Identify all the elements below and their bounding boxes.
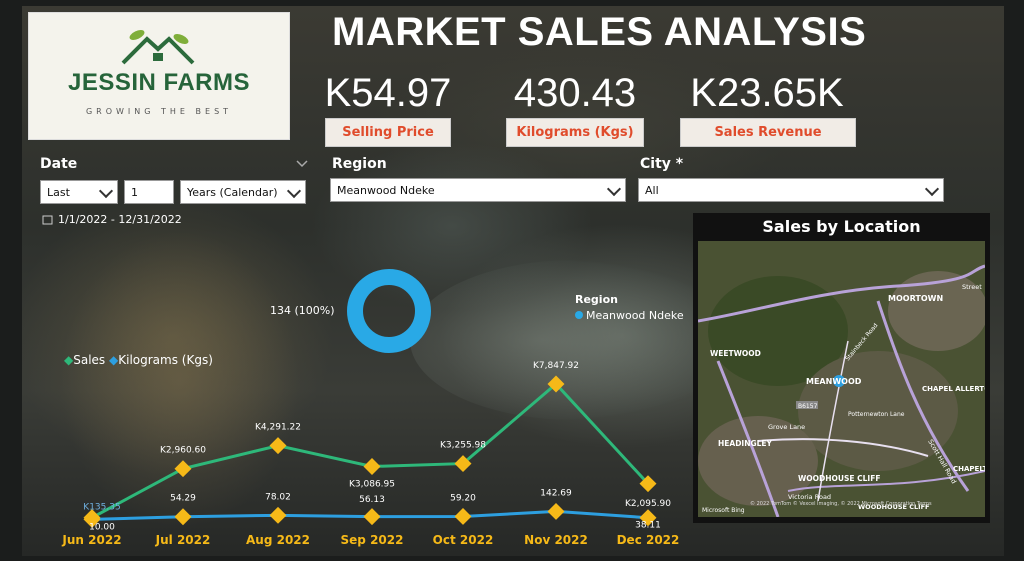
x-axis-tick-label: Nov 2022: [524, 533, 588, 547]
sales-point[interactable]: [174, 460, 192, 478]
sales-line-chart[interactable]: K135.35 K2,960.60 K4,291.22 K3,086.95 K3,255…: [0, 0, 700, 561]
map-panel: Sales by Location MOORTOWN WEETWOOD MEAN…: [693, 213, 990, 523]
sales-data-label: K3,086.95: [349, 480, 395, 490]
sales-data-label: K2,960.60: [160, 446, 206, 456]
kilograms-point[interactable]: [174, 508, 192, 526]
sales-point[interactable]: [363, 458, 381, 475]
map-attribution: © 2022 TomTom © Vexcel Imaging, © 2022 M…: [750, 500, 932, 507]
x-axis-tick-label: Jun 2022: [61, 533, 121, 547]
x-axis-tick-label: Aug 2022: [246, 533, 310, 547]
x-axis-tick-label: Oct 2022: [433, 533, 494, 547]
kpi-label: Sales Revenue: [680, 118, 856, 147]
kilograms-data-label: 56.13: [359, 495, 385, 505]
kilograms-data-label: 54.29: [170, 494, 196, 504]
map-place: HEADINGLEY: [718, 439, 773, 448]
kilograms-point[interactable]: [547, 502, 565, 520]
sales-point[interactable]: [269, 437, 287, 455]
map-road: Victoria Road: [788, 493, 831, 501]
map-road: Grove Lane: [768, 423, 805, 431]
kpi-sales-revenue: K23.65K Sales Revenue: [680, 71, 856, 147]
kilograms-point[interactable]: [269, 506, 287, 524]
kilograms-data-label: 38.11: [635, 521, 661, 531]
map-road: Potternewton Lane: [848, 411, 905, 418]
map-brand: Microsoft Bing: [702, 507, 745, 514]
x-axis-tick-label: Dec 2022: [617, 533, 680, 547]
map-place: WEETWOOD: [710, 349, 761, 358]
kilograms-data-label: 10.00: [89, 522, 115, 532]
sales-location-map[interactable]: MOORTOWN WEETWOOD MEANWOOD CHAPEL ALLERT…: [698, 241, 985, 517]
kpi-value: K23.65K: [690, 71, 844, 115]
map-road: Street: [962, 283, 982, 291]
chevron-down-icon: [924, 181, 940, 197]
map-place: CHAPELT: [953, 465, 985, 473]
sales-data-label: K3,255.98: [440, 441, 486, 451]
kilograms-data-label: 78.02: [265, 492, 291, 502]
sales-data-label: K135.35: [83, 503, 120, 513]
map-road-badge: B6157: [798, 403, 818, 410]
x-axis-tick-label: Jul 2022: [155, 533, 211, 547]
kilograms-data-label: 142.69: [540, 488, 572, 498]
kilograms-point[interactable]: [363, 508, 381, 526]
sales-data-label: K4,291.22: [255, 423, 301, 433]
map-place: WOODHOUSE CLIFF: [798, 474, 880, 483]
kilograms-point[interactable]: [454, 507, 472, 525]
map-place: MEANWOOD: [806, 377, 862, 386]
sales-data-label: K7,847.92: [533, 361, 579, 371]
x-axis-tick-label: Sep 2022: [341, 533, 404, 547]
map-title: Sales by Location: [762, 217, 921, 236]
map-place: MOORTOWN: [888, 294, 943, 303]
sales-data-label: K2,095.90: [625, 499, 671, 509]
kilograms-data-label: 59.20: [450, 493, 476, 503]
map-place: CHAPEL ALLERTON: [922, 385, 985, 393]
